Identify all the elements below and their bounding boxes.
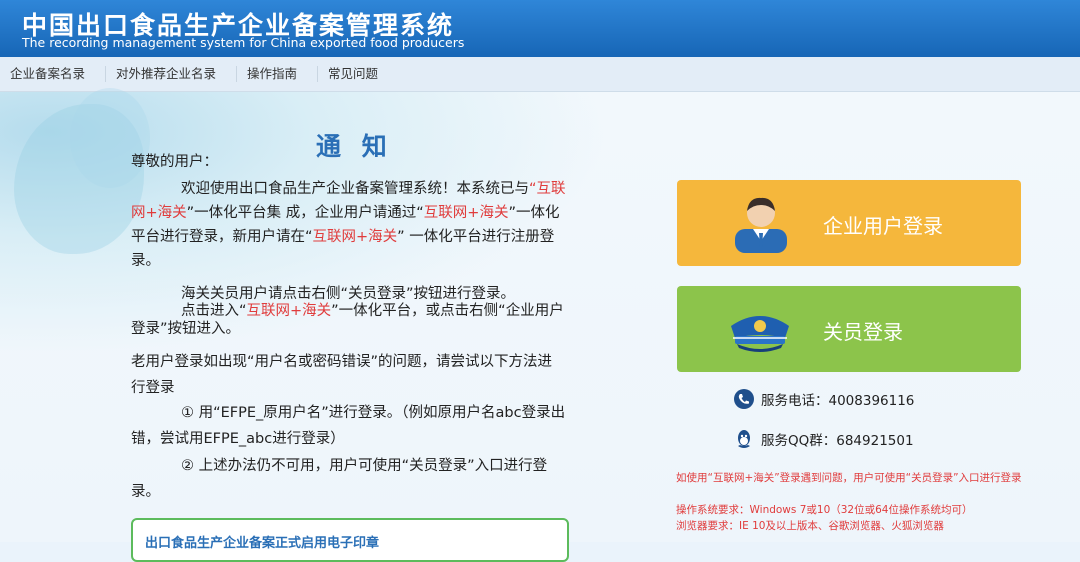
notice-greeting: 尊敬的用户： (131, 154, 218, 170)
customs-cap-icon (731, 316, 789, 352)
user-icon (735, 197, 787, 253)
service-phone-text: 服务电话：4008396116 (761, 393, 915, 409)
top-nav: 企业备案名录 对外推荐企业名录 操作指南 常见问题 (0, 57, 1080, 92)
link-internet-customs[interactable]: 互联网+海关 (313, 229, 398, 245)
notice-paragraph-1: 欢迎使用出口食品生产企业备案管理系统！本系统已与“互联网+海关”一体化平台集 成… (131, 181, 566, 269)
system-subtitle: The recording management system for Chin… (22, 35, 465, 50)
customs-login-button[interactable]: 关员登录 (677, 286, 1021, 372)
header-banner: 中国出口食品生产企业备案管理系统 The recording managemen… (0, 0, 1080, 57)
service-phone: 服务电话：4008396116 (733, 388, 914, 410)
notice-box-e-seal[interactable]: 出口食品生产企业备案正式启用电子印章 (131, 518, 569, 562)
service-qq-text: 服务QQ群：684921501 (761, 433, 914, 449)
login-tip: 如使用“互联网+海关”登录遇到问题，用户可使用“关员登录”入口进行登录 (676, 472, 1022, 484)
browser-requirement: 浏览器要求：IE 10及以上版本、谷歌浏览器、火狐浏览器 (676, 520, 944, 532)
nav-item-guide[interactable]: 操作指南 (237, 66, 319, 82)
notice-paragraph-5: ① 用“EFPE_原用户名”进行登录。（例如原用户名abc登录出错，尝试用EFP… (131, 405, 566, 447)
enterprise-login-label: 企业用户登录 (823, 214, 943, 238)
os-requirement: 操作系统要求：Windows 7或10（32位或64位操作系统均可） (676, 504, 973, 516)
qq-icon (738, 430, 750, 448)
customs-login-label: 关员登录 (823, 320, 903, 344)
enterprise-login-button[interactable]: 企业用户登录 (677, 180, 1021, 266)
link-internet-customs[interactable]: 互联网+海关 (247, 303, 332, 319)
nav-item-enterprise-list[interactable]: 企业备案名录 (0, 66, 107, 82)
service-qq: 服务QQ群：684921501 (733, 428, 914, 450)
notice-paragraph-4: 老用户登录如出现“用户名或密码错误”的问题，请尝试以下方法进行登录 (131, 354, 553, 396)
notice-paragraph-6: ② 上述办法仍不可用，用户可使用“关员登录”入口进行登录。 (131, 458, 548, 500)
phone-icon (734, 389, 754, 409)
notice-paragraph-3: 点击进入“互联网+海关”一体化平台，或点击右侧“企业用户登录”按钮进入。 (131, 303, 564, 337)
nav-item-faq[interactable]: 常见问题 (318, 66, 398, 82)
nav-item-recommended-list[interactable]: 对外推荐企业名录 (106, 66, 238, 82)
link-internet-customs[interactable]: 互联网+海关 (424, 205, 509, 221)
